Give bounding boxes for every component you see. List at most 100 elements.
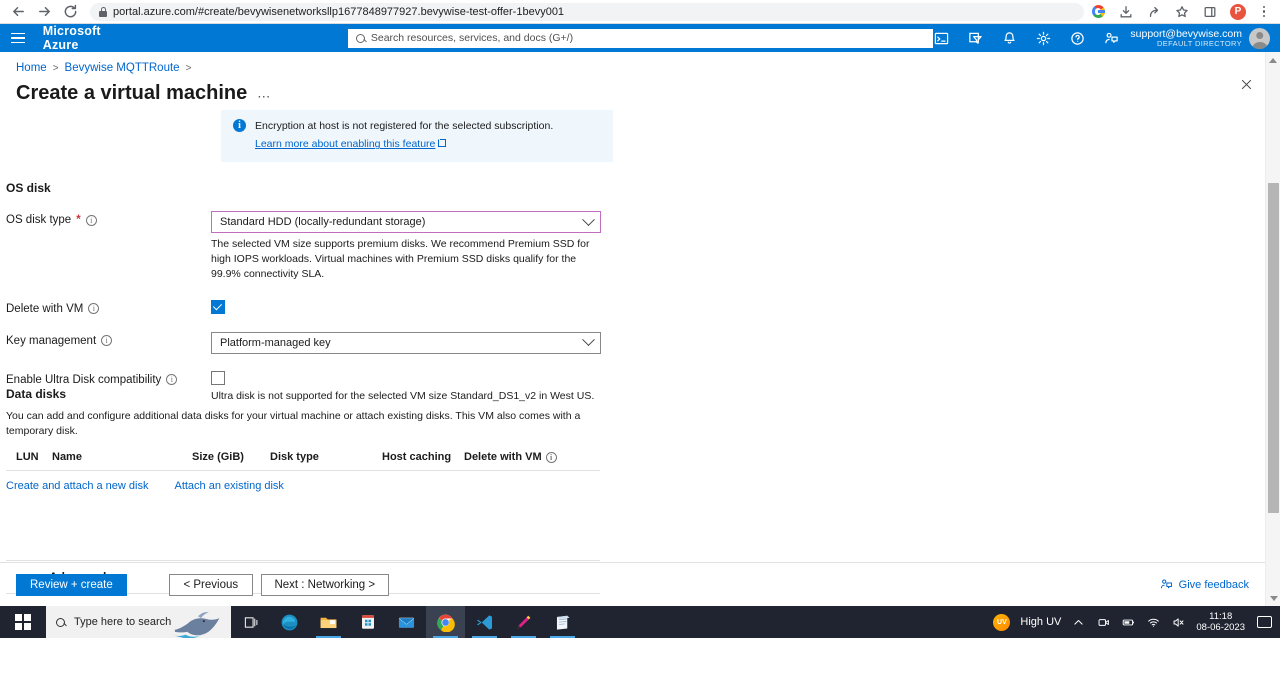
os-disk-section: OS disk OS disk type * i Standard HDD (l… — [6, 181, 641, 404]
windows-taskbar: Type here to search UV High UV 11:18 08-… — [0, 606, 1280, 638]
create-and-attach-new-disk-link[interactable]: Create and attach a new disk — [6, 480, 148, 492]
os-disk-type-select[interactable]: Standard HDD (locally-redundant storage) — [211, 211, 601, 233]
notifications-bell-icon[interactable] — [1001, 30, 1018, 47]
more-options-icon[interactable]: ⋯ — [257, 89, 271, 105]
chevron-down-icon — [582, 212, 595, 226]
column-disk-type: Disk type — [270, 451, 319, 464]
title-row: Create a virtual machine ⋯ — [0, 74, 1280, 105]
column-delete-with-vm-info-icon[interactable]: i — [545, 451, 557, 463]
taskbar-app-notepad[interactable] — [543, 606, 582, 638]
taskbar-app-chrome[interactable] — [426, 606, 465, 638]
global-search-input[interactable]: Search resources, services, and docs (G+… — [347, 28, 934, 48]
key-management-label-text: Key management — [6, 334, 97, 347]
taskbar-app-vscode[interactable] — [465, 606, 504, 638]
breadcrumb-item-home[interactable]: Home — [16, 62, 47, 74]
start-button[interactable] — [0, 606, 46, 638]
os-disk-type-info-icon[interactable]: i — [85, 214, 97, 226]
info-icon: i — [233, 119, 246, 132]
app-running-indicator — [550, 635, 575, 638]
search-icon — [355, 33, 365, 43]
show-hidden-icons-chevron-icon[interactable] — [1071, 615, 1086, 630]
column-delete-with-vm-text: Delete with VM — [464, 451, 542, 464]
key-management-value: Platform-managed key — [220, 336, 331, 349]
app-running-indicator — [433, 635, 458, 638]
help-icon[interactable] — [1069, 30, 1086, 47]
camera-icon[interactable] — [1096, 615, 1111, 630]
column-size: Size (GiB) — [192, 451, 244, 464]
taskbar-app-store[interactable] — [348, 606, 387, 638]
settings-gear-icon[interactable] — [1035, 30, 1052, 47]
account-email: support@bevywise.com — [1130, 27, 1243, 40]
breadcrumb-separator: > — [52, 62, 59, 74]
azure-brand[interactable]: Microsoft Azure — [43, 24, 132, 52]
feedback-icon[interactable] — [1103, 30, 1120, 47]
wifi-icon[interactable] — [1146, 615, 1161, 630]
required-asterisk: * — [76, 214, 81, 226]
account-info[interactable]: support@bevywise.com DEFAULT DIRECTORY — [1130, 27, 1276, 49]
directories-filter-icon[interactable] — [967, 30, 984, 47]
share-icon[interactable] — [1146, 4, 1162, 20]
banner-learn-more-link[interactable]: Learn more about enabling this feature — [255, 138, 435, 150]
os-disk-type-label: OS disk type * i — [6, 211, 211, 226]
windows-logo-icon — [15, 614, 31, 630]
taskbar-search-input[interactable]: Type here to search — [46, 606, 231, 638]
ultra-disk-label: Enable Ultra Disk compatibility i — [6, 371, 211, 386]
clock[interactable]: 11:18 08-06-2023 — [1196, 611, 1245, 634]
delete-with-vm-checkbox[interactable] — [211, 299, 225, 314]
os-disk-type-label-text: OS disk type — [6, 214, 72, 226]
scrollbar-thumb[interactable] — [1268, 183, 1279, 513]
battery-icon[interactable] — [1121, 615, 1136, 630]
next-networking-button[interactable]: Next : Networking > — [260, 573, 389, 596]
browser-action-icons: P — [1090, 3, 1274, 20]
data-disks-heading: Data disks — [6, 387, 67, 401]
taskbar-app-snip-sketch[interactable] — [504, 606, 543, 638]
speaker-muted-icon[interactable] — [1171, 615, 1186, 630]
google-icon[interactable] — [1090, 4, 1106, 20]
clock-time: 11:18 — [1209, 610, 1233, 622]
key-management-label: Key management i — [6, 332, 211, 347]
key-management-select[interactable]: Platform-managed key — [211, 331, 601, 354]
close-icon[interactable] — [1240, 78, 1258, 96]
delete-with-vm-info-icon[interactable]: i — [88, 303, 100, 315]
notification-center-icon[interactable] — [1257, 616, 1272, 628]
scroll-down-arrow-icon[interactable] — [1266, 590, 1280, 606]
browser-toolbar: portal.azure.com/#create/bevywisenetwork… — [0, 0, 1280, 24]
ultra-disk-checkbox[interactable] — [211, 370, 225, 385]
chrome-menu-icon[interactable] — [1258, 5, 1270, 18]
avatar[interactable] — [1249, 27, 1271, 49]
give-feedback-link[interactable]: Give feedback — [1160, 578, 1249, 591]
download-icon[interactable] — [1118, 4, 1134, 20]
blade-footer: Review + create < Previous Next : Networ… — [0, 562, 1265, 606]
url-text: portal.azure.com/#create/bevywisenetwork… — [113, 5, 565, 18]
review-create-button[interactable]: Review + create — [16, 573, 127, 596]
table-header-row: LUN Name Size (GiB) Disk type Host cachi… — [6, 447, 600, 472]
column-lun: LUN — [16, 451, 39, 464]
task-view-button[interactable] — [231, 606, 270, 638]
back-arrow-icon[interactable] — [10, 4, 26, 20]
address-bar[interactable]: portal.azure.com/#create/bevywisenetwork… — [90, 2, 1084, 21]
data-disks-section: Data disks You can add and configure add… — [6, 387, 600, 492]
bookmark-star-icon[interactable] — [1174, 4, 1190, 20]
portal-menu-icon[interactable] — [0, 32, 37, 44]
banner-message: Encryption at host is not registered for… — [255, 120, 554, 132]
previous-button[interactable]: < Previous — [168, 573, 253, 596]
global-search-placeholder: Search resources, services, and docs (G+… — [370, 32, 574, 44]
forward-arrow-icon[interactable] — [36, 4, 52, 20]
reload-icon[interactable] — [62, 4, 78, 20]
blade-scrollbar[interactable] — [1265, 52, 1280, 606]
search-icon — [56, 617, 65, 627]
give-feedback-label: Give feedback — [1178, 578, 1249, 591]
weather-status[interactable]: High UV — [1020, 616, 1061, 628]
cloud-shell-icon[interactable] — [933, 30, 950, 47]
ultra-disk-info-icon[interactable]: i — [166, 374, 178, 386]
key-management-info-icon[interactable]: i — [101, 335, 113, 347]
scroll-up-arrow-icon[interactable] — [1266, 52, 1280, 68]
clock-date: 08-06-2023 — [1196, 622, 1245, 633]
attach-existing-disk-link[interactable]: Attach an existing disk — [174, 480, 283, 492]
taskbar-app-file-explorer[interactable] — [309, 606, 348, 638]
taskbar-app-mail[interactable] — [387, 606, 426, 638]
side-panel-icon[interactable] — [1202, 4, 1218, 20]
breadcrumb-item-offer[interactable]: Bevywise MQTTRoute — [65, 62, 180, 74]
browser-profile-avatar[interactable]: P — [1230, 3, 1246, 20]
taskbar-app-edge[interactable] — [270, 606, 309, 638]
